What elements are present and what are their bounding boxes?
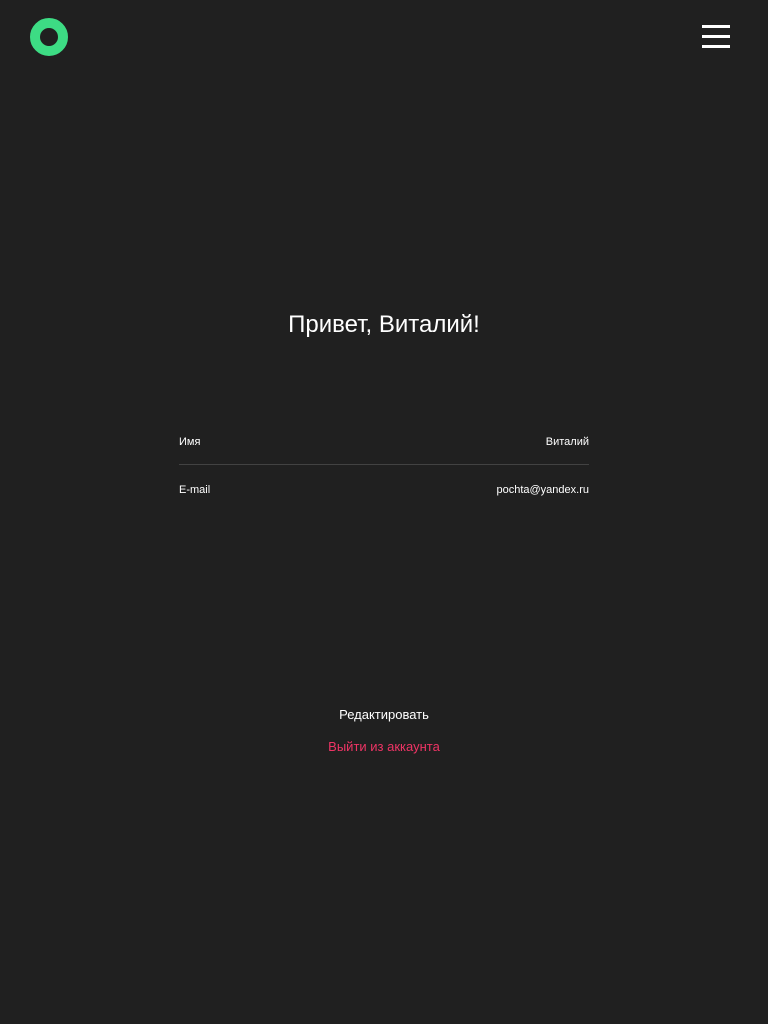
menu-line bbox=[702, 35, 730, 38]
email-label: E-mail bbox=[179, 484, 211, 496]
page-title: Привет, Виталий! bbox=[288, 311, 480, 338]
profile-actions: Редактировать Выйти из аккаунта bbox=[0, 706, 768, 756]
menu-line bbox=[702, 45, 730, 48]
logout-link[interactable]: Выйти из аккаунта bbox=[328, 738, 440, 756]
hamburger-menu-icon[interactable] bbox=[702, 24, 730, 50]
profile-info: Имя Виталий E-mail pochta@yandex.ru bbox=[179, 424, 589, 501]
name-value: Виталий bbox=[545, 436, 589, 448]
ring-logo-icon[interactable] bbox=[30, 18, 68, 56]
email-value: pochta@yandex.ru bbox=[496, 484, 589, 496]
profile-row-email: E-mail pochta@yandex.ru bbox=[179, 465, 589, 501]
menu-line bbox=[702, 25, 730, 28]
edit-button[interactable]: Редактировать bbox=[339, 706, 429, 724]
profile-row-name: Имя Виталий bbox=[179, 424, 589, 465]
header bbox=[0, 0, 768, 74]
name-label: Имя bbox=[179, 436, 201, 448]
